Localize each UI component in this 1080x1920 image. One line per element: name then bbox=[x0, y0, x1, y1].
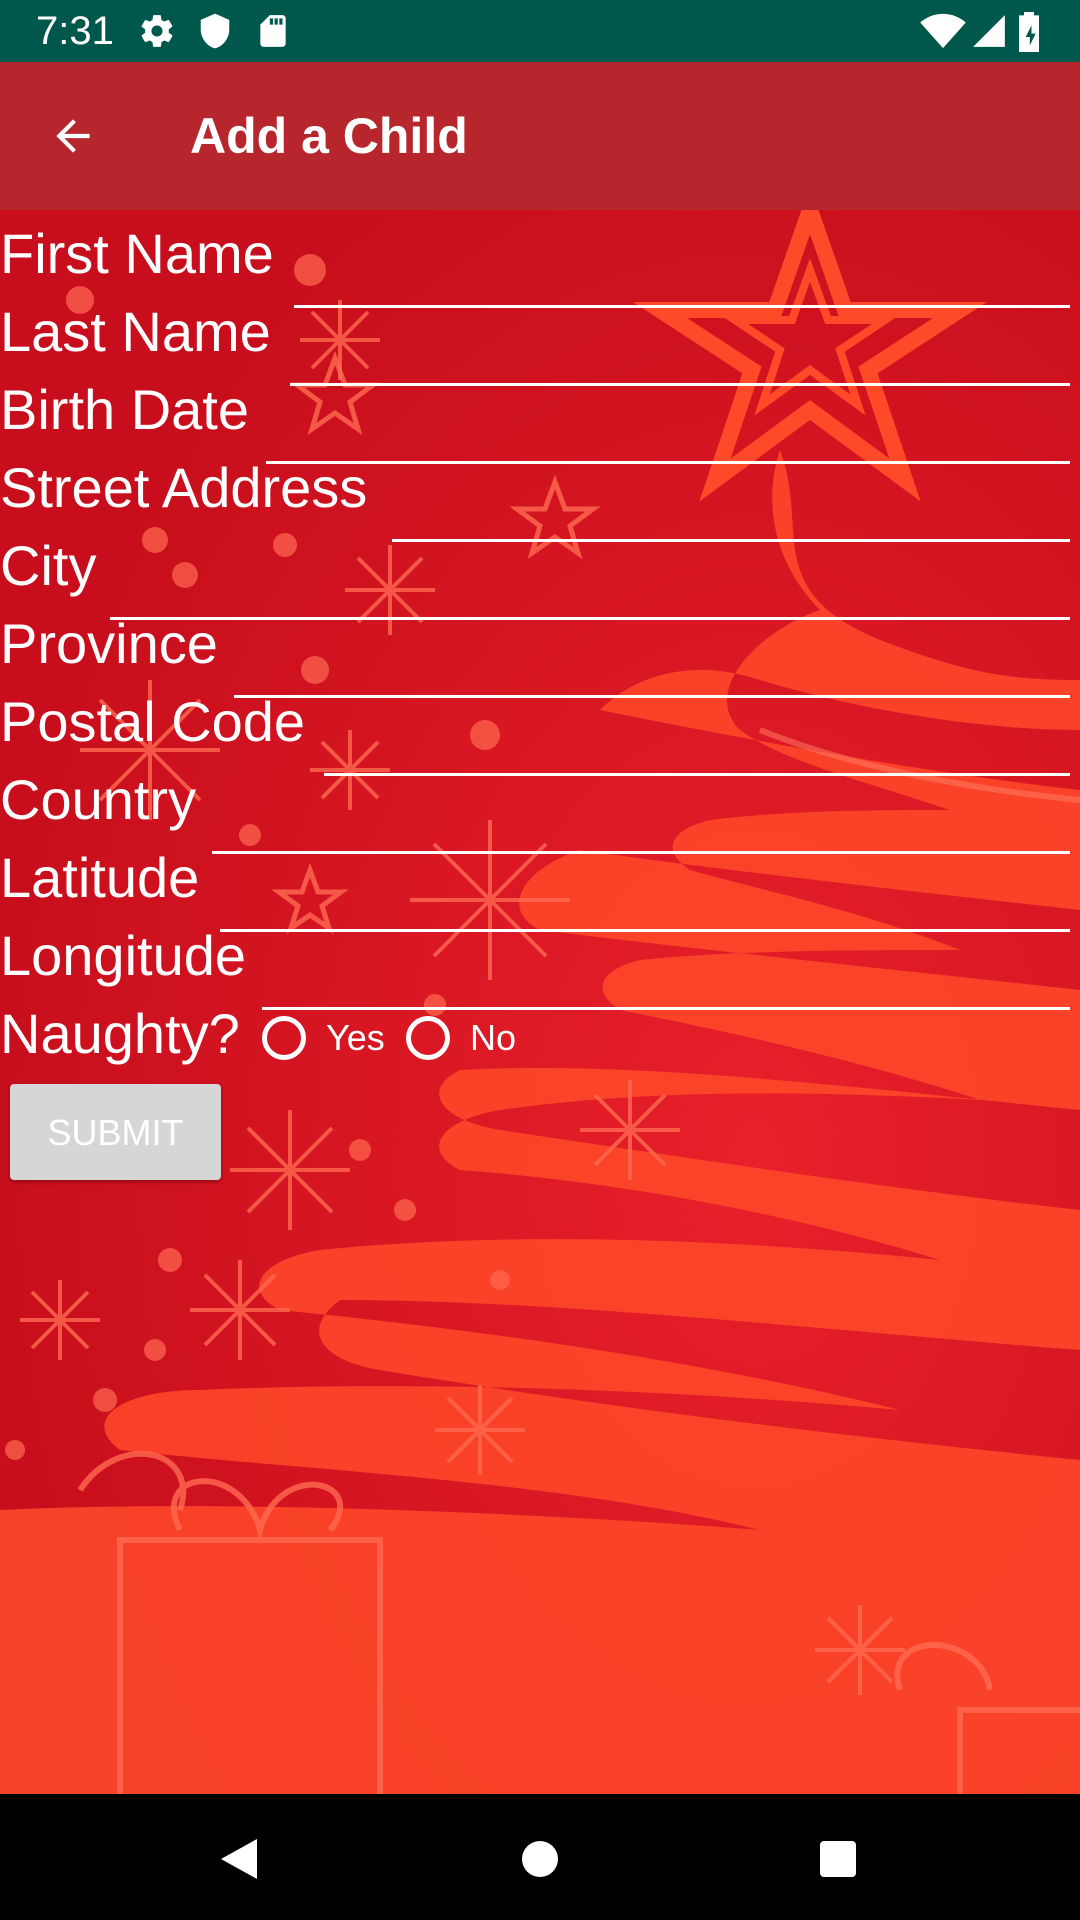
first-name-label: First Name bbox=[0, 222, 274, 285]
city-label: City bbox=[0, 534, 97, 597]
naughty-no-radio[interactable] bbox=[406, 1016, 450, 1060]
back-button[interactable] bbox=[28, 100, 118, 172]
form-row-province: Province bbox=[0, 604, 1080, 698]
nav-recents-button[interactable] bbox=[803, 1824, 873, 1894]
arrow-left-icon bbox=[56, 119, 90, 153]
gear-icon bbox=[138, 12, 176, 50]
country-label: Country bbox=[0, 768, 197, 831]
content-area: First Name Last Name Birth Date Street A… bbox=[0, 210, 1080, 1794]
province-label: Province bbox=[0, 612, 218, 675]
form-row-city: City bbox=[0, 526, 1080, 620]
recents-square-icon bbox=[820, 1841, 856, 1877]
submit-button[interactable]: SUBMIT bbox=[10, 1084, 221, 1180]
form-row-postal-code: Postal Code bbox=[0, 682, 1080, 776]
postal-code-label: Postal Code bbox=[0, 690, 306, 753]
home-circle-icon bbox=[522, 1841, 558, 1877]
birth-date-label: Birth Date bbox=[0, 378, 249, 441]
naughty-yes-label[interactable]: Yes bbox=[326, 1016, 385, 1060]
wifi-icon bbox=[920, 12, 966, 50]
naughty-no-label[interactable]: No bbox=[470, 1016, 516, 1060]
battery-icon bbox=[1016, 12, 1046, 52]
street-address-label: Street Address bbox=[0, 456, 368, 519]
shield-icon bbox=[196, 12, 234, 50]
screen: 7:31 Add a Child First Name Last Name Bi… bbox=[0, 0, 1080, 1920]
page-title: Add a Child bbox=[190, 108, 468, 164]
navigation-bar bbox=[0, 1794, 1080, 1920]
naughty-yes-radio[interactable] bbox=[262, 1016, 306, 1060]
naughty-label: Naughty? bbox=[0, 1002, 240, 1065]
status-bar: 7:31 bbox=[0, 0, 1080, 62]
status-time: 7:31 bbox=[36, 9, 114, 53]
latitude-label: Latitude bbox=[0, 846, 200, 909]
naughty-radio-group: Naughty? Yes No bbox=[0, 994, 1080, 1072]
form-row-street-address: Street Address bbox=[0, 448, 1080, 542]
back-triangle-icon bbox=[221, 1839, 257, 1879]
nav-back-button[interactable] bbox=[204, 1824, 274, 1894]
app-bar: Add a Child bbox=[0, 62, 1080, 210]
form-row-longitude: Longitude bbox=[0, 916, 1080, 1010]
longitude-label: Longitude bbox=[0, 924, 247, 987]
sd-card-icon bbox=[254, 12, 292, 50]
cell-signal-icon bbox=[970, 12, 1008, 50]
last-name-label: Last Name bbox=[0, 300, 271, 363]
form-row-first-name: First Name bbox=[0, 214, 1080, 308]
form-row-birth-date: Birth Date bbox=[0, 370, 1080, 464]
form-row-latitude: Latitude bbox=[0, 838, 1080, 932]
nav-home-button[interactable] bbox=[505, 1824, 575, 1894]
form-row-last-name: Last Name bbox=[0, 292, 1080, 386]
form-row-country: Country bbox=[0, 760, 1080, 854]
